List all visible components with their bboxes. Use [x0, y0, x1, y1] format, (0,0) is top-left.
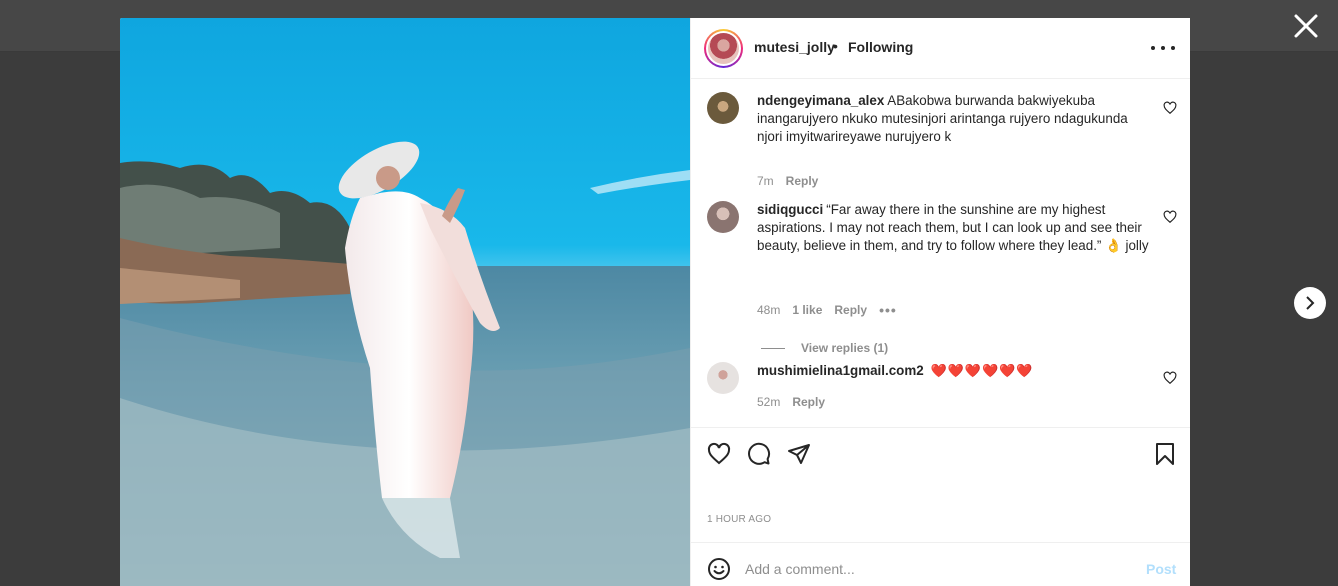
comment-time: 7m — [757, 174, 774, 188]
comment-username[interactable]: mushimielina1gmail.com2 — [757, 363, 924, 378]
chevron-right-icon — [1306, 296, 1315, 310]
paper-plane-icon[interactable] — [787, 442, 813, 468]
heart-icon[interactable] — [1163, 210, 1177, 224]
post-timestamp: 1 HOUR AGO — [707, 514, 772, 525]
reply-button[interactable]: Reply — [792, 395, 825, 409]
bookmark-icon[interactable] — [1153, 442, 1179, 468]
comment-meta: 7m Reply — [757, 174, 830, 188]
comment-input[interactable] — [745, 557, 1125, 581]
next-post-button[interactable] — [1294, 287, 1326, 319]
commenter-avatar[interactable] — [707, 92, 739, 124]
heart-icon[interactable] — [1163, 101, 1177, 115]
post-side-panel: mutesi_jolly • Following ndengeyimana_al… — [690, 18, 1190, 586]
divider-line — [761, 347, 785, 349]
view-replies-button[interactable]: View replies (1) — [761, 341, 888, 355]
commenter-avatar[interactable] — [707, 362, 739, 394]
comment-item: ndengeyimana_alex ABakobwa burwanda bakwi… — [707, 92, 1177, 188]
comment-time: 48m — [757, 303, 781, 317]
post-photo[interactable] — [120, 18, 690, 586]
more-options-icon[interactable] — [1151, 40, 1175, 56]
post-actions — [691, 427, 1190, 473]
heart-icon[interactable] — [1163, 371, 1177, 385]
comment-icon[interactable] — [747, 442, 773, 468]
comment-item: sidiqgucci “Far away there in the sunshin… — [707, 201, 1177, 331]
comment-item: mushimielina1gmail.com2 ❤️❤️❤️❤️❤️❤️ 52m… — [707, 362, 1177, 422]
post-header: mutesi_jolly • Following — [691, 18, 1190, 79]
smiley-icon[interactable] — [707, 557, 731, 581]
header-separator: • — [833, 38, 838, 54]
heart-icon[interactable] — [707, 442, 733, 468]
comment-username[interactable]: ndengeyimana_alex — [757, 93, 884, 108]
comment-text: ndengeyimana_alex ABakobwa burwanda bakwi… — [757, 92, 1149, 146]
author-avatar[interactable] — [704, 29, 743, 68]
comment-content: ❤️❤️❤️❤️❤️❤️ — [930, 363, 1034, 378]
likes-count[interactable]: 1 like — [792, 303, 822, 317]
add-comment-bar: Post — [691, 542, 1190, 586]
post-comment-button[interactable]: Post — [1146, 561, 1176, 577]
comment-meta: 48m 1 like Reply ••• — [757, 302, 909, 318]
reply-button[interactable]: Reply — [834, 303, 867, 317]
comment-meta: 52m Reply — [757, 395, 837, 409]
post-modal: mutesi_jolly • Following ndengeyimana_al… — [120, 18, 1190, 586]
commenter-avatar[interactable] — [707, 201, 739, 233]
comment-username[interactable]: sidiqgucci — [757, 202, 823, 217]
comment-options-icon[interactable]: ••• — [879, 302, 897, 318]
reply-button[interactable]: Reply — [786, 174, 819, 188]
comment-text: sidiqgucci “Far away there in the sunshin… — [757, 201, 1149, 255]
view-replies-label: View replies (1) — [801, 341, 889, 355]
comment-time: 52m — [757, 395, 781, 409]
comments-list[interactable]: ndengeyimana_alex ABakobwa burwanda bakwi… — [691, 80, 1190, 427]
following-button[interactable]: Following — [848, 39, 913, 55]
comment-text: mushimielina1gmail.com2 ❤️❤️❤️❤️❤️❤️ — [757, 362, 1149, 380]
close-icon[interactable] — [1292, 12, 1320, 40]
author-username[interactable]: mutesi_jolly — [754, 39, 835, 55]
